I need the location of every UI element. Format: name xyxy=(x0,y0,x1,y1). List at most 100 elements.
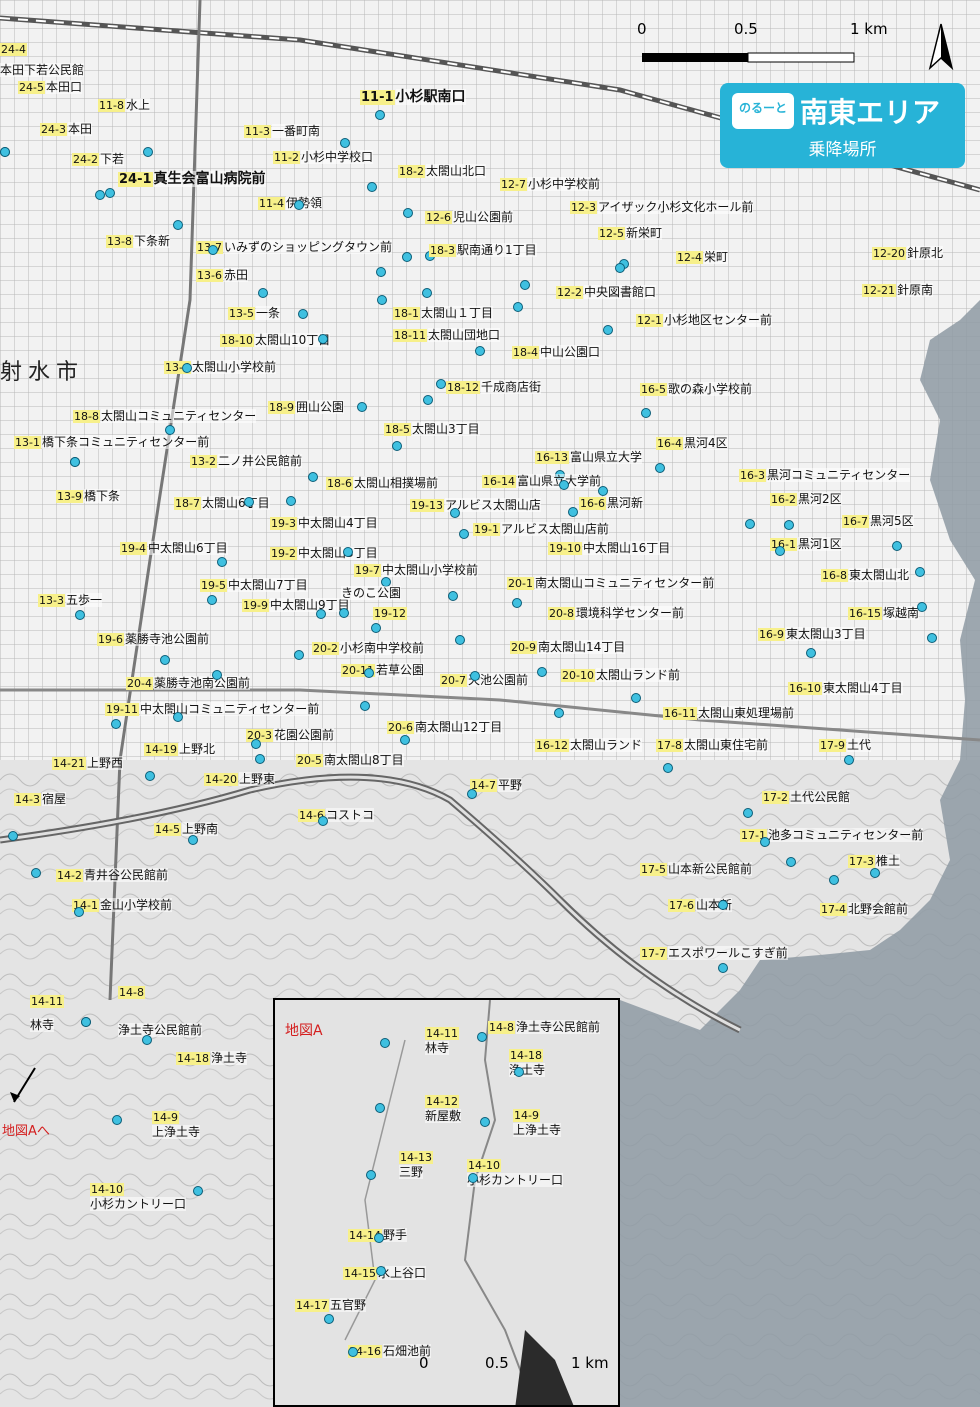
stop-marker-icon[interactable] xyxy=(402,252,412,262)
stop-marker-icon[interactable] xyxy=(316,609,326,619)
stop-marker-icon[interactable] xyxy=(520,280,530,290)
stop-label[interactable]: 20-11 若草公園 xyxy=(341,663,424,678)
stop-label[interactable]: 16-8 東太閤山北 xyxy=(821,568,909,583)
stop-label[interactable]: 18-5 太閤山3丁目 xyxy=(384,422,480,437)
stop-label[interactable]: 林寺 xyxy=(30,1018,55,1032)
stop-label[interactable]: 14-3 宿屋 xyxy=(14,792,66,807)
stop-marker-icon[interactable] xyxy=(217,557,227,567)
stop-label[interactable]: 16-12 太閤山ランド xyxy=(535,738,642,753)
stop-label[interactable]: 19-13 アルビス太閤山店 xyxy=(410,498,541,513)
stop-label[interactable]: 12-2 中央図書館口 xyxy=(556,285,656,300)
stop-marker-icon[interactable] xyxy=(375,1103,385,1113)
stop-marker-icon[interactable] xyxy=(631,693,641,703)
stop-marker-icon[interactable] xyxy=(743,808,753,818)
stop-marker-icon[interactable] xyxy=(81,1017,91,1027)
stop-label[interactable]: 16-3 黒河コミュニティセンター xyxy=(739,468,911,483)
inset-stop-label[interactable]: 14-12 新屋敷 xyxy=(425,1094,462,1123)
stop-label[interactable]: 18-9 囲山公園 xyxy=(268,400,344,415)
stop-marker-icon[interactable] xyxy=(718,963,728,973)
stop-marker-icon[interactable] xyxy=(403,208,413,218)
stop-label[interactable]: 14-19 上野北 xyxy=(144,742,215,757)
stop-marker-icon[interactable] xyxy=(829,875,839,885)
stop-marker-icon[interactable] xyxy=(360,701,370,711)
stop-label[interactable]: 11-2 小杉中学校口 xyxy=(273,150,373,165)
stop-label[interactable]: 12-7 小杉中学校前 xyxy=(500,177,600,192)
stop-marker-icon[interactable] xyxy=(294,650,304,660)
stop-marker-icon[interactable] xyxy=(915,567,925,577)
stop-label[interactable]: 14-2 青井谷公民館前 xyxy=(56,868,168,883)
stop-marker-icon[interactable] xyxy=(470,671,480,681)
stop-marker-icon[interactable] xyxy=(786,857,796,867)
stop-marker-icon[interactable] xyxy=(188,835,198,845)
stop-marker-icon[interactable] xyxy=(258,288,268,298)
stop-marker-icon[interactable] xyxy=(374,1233,384,1243)
stop-label[interactable]: 19-9 中太閤山9丁目 xyxy=(242,598,350,613)
stop-marker-icon[interactable] xyxy=(400,735,410,745)
stop-label[interactable]: 24-4 xyxy=(0,42,28,57)
stop-label[interactable]: 16-5 歌の森小学校前 xyxy=(640,382,752,397)
stop-marker-icon[interactable] xyxy=(182,363,192,373)
stop-label[interactable]: 13-8 下条新 xyxy=(106,234,170,249)
stop-label[interactable]: 12-5 新栄町 xyxy=(598,226,662,241)
stop-marker-icon[interactable] xyxy=(95,190,105,200)
stop-label[interactable]: 16-13 富山県立大学 xyxy=(535,450,642,465)
stop-label[interactable]: 14-11 xyxy=(30,994,65,1009)
stop-marker-icon[interactable] xyxy=(927,633,937,643)
stop-label[interactable]: 13-7いみずのショッピングタウン前 xyxy=(196,240,392,255)
stop-label[interactable]: 18-7 太閤山6丁目 xyxy=(174,496,270,511)
stop-label[interactable]: 18-12 千成商店街 xyxy=(446,380,541,395)
stop-marker-icon[interactable] xyxy=(467,789,477,799)
stop-marker-icon[interactable] xyxy=(480,1117,490,1127)
stop-label[interactable]: 16-4 黒河4区 xyxy=(656,436,728,451)
stop-marker-icon[interactable] xyxy=(364,668,374,678)
stop-marker-icon[interactable] xyxy=(111,719,121,729)
stop-marker-icon[interactable] xyxy=(760,837,770,847)
stop-label[interactable]: 17-8 太閤山東住宅前 xyxy=(656,738,768,753)
stop-marker-icon[interactable] xyxy=(112,1115,122,1125)
stop-marker-icon[interactable] xyxy=(377,295,387,305)
stop-marker-icon[interactable] xyxy=(376,1266,386,1276)
stop-marker-icon[interactable] xyxy=(294,200,304,210)
stop-label[interactable]: 19-2 中太閤山3丁目 xyxy=(270,546,378,561)
stop-marker-icon[interactable] xyxy=(917,602,927,612)
stop-label[interactable]: 18-3 駅南通り1丁目 xyxy=(429,243,537,258)
stop-label[interactable]: 12-1 小杉地区センター前 xyxy=(636,313,772,328)
stop-label[interactable]: 12-4 栄町 xyxy=(676,250,728,265)
stop-label[interactable]: 18-6 太閤山相撲場前 xyxy=(326,476,438,491)
stop-label[interactable]: 19-1 アルビス太閤山店前 xyxy=(473,522,609,537)
stop-label[interactable]: 13-3 五歩一 xyxy=(38,593,102,608)
stop-label[interactable]: 14-18 浄土寺 xyxy=(176,1051,247,1066)
stop-label[interactable]: 18-8 太閤山コミュニティセンター xyxy=(73,409,257,424)
inset-stop-label[interactable]: 14-13 三野 xyxy=(399,1150,434,1179)
stop-label[interactable]: 24-3 本田 xyxy=(40,122,92,137)
inset-stop-label[interactable]: 14-10 小杉カントリー口 xyxy=(467,1158,564,1187)
stop-label[interactable]: 13-9 橋下条 xyxy=(56,489,120,504)
stop-label[interactable]: 16-2 黒河2区 xyxy=(770,492,842,507)
stop-marker-icon[interactable] xyxy=(844,755,854,765)
stop-marker-icon[interactable] xyxy=(663,763,673,773)
stop-marker-icon[interactable] xyxy=(145,771,155,781)
stop-label[interactable]: 16-6 黒河新 xyxy=(579,496,643,511)
stop-label[interactable]: 20-8 環境科学センター前 xyxy=(548,606,684,621)
stop-marker-icon[interactable] xyxy=(0,147,10,157)
stop-label[interactable]: 18-10 太閤山10丁目 xyxy=(220,333,331,348)
stop-marker-icon[interactable] xyxy=(143,147,153,157)
stop-label[interactable]: 11-1 小杉駅南口 xyxy=(360,89,466,105)
stop-marker-icon[interactable] xyxy=(251,739,261,749)
stop-label[interactable]: 20-9 南太閤山14丁目 xyxy=(510,640,626,655)
area-map[interactable]: 0 0.5 1 km のるーと 南東エリア 乗降場所 射水市 24-4 本田下若公… xyxy=(0,0,980,1407)
stop-marker-icon[interactable] xyxy=(324,1314,334,1324)
stop-marker-icon[interactable] xyxy=(423,395,433,405)
stop-label[interactable]: きのこ公園 xyxy=(341,586,402,600)
stop-marker-icon[interactable] xyxy=(208,245,218,255)
stop-label[interactable]: 14-21 上野西 xyxy=(52,756,123,771)
stop-label[interactable]: 24-5 本田口 xyxy=(18,80,82,95)
stop-marker-icon[interactable] xyxy=(318,334,328,344)
stop-marker-icon[interactable] xyxy=(357,402,367,412)
stop-marker-icon[interactable] xyxy=(745,519,755,529)
stop-marker-icon[interactable] xyxy=(212,670,222,680)
stop-marker-icon[interactable] xyxy=(475,346,485,356)
stop-marker-icon[interactable] xyxy=(286,496,296,506)
stop-label[interactable]: 16-9 東太閤山3丁目 xyxy=(758,627,866,642)
stop-marker-icon[interactable] xyxy=(318,816,328,826)
